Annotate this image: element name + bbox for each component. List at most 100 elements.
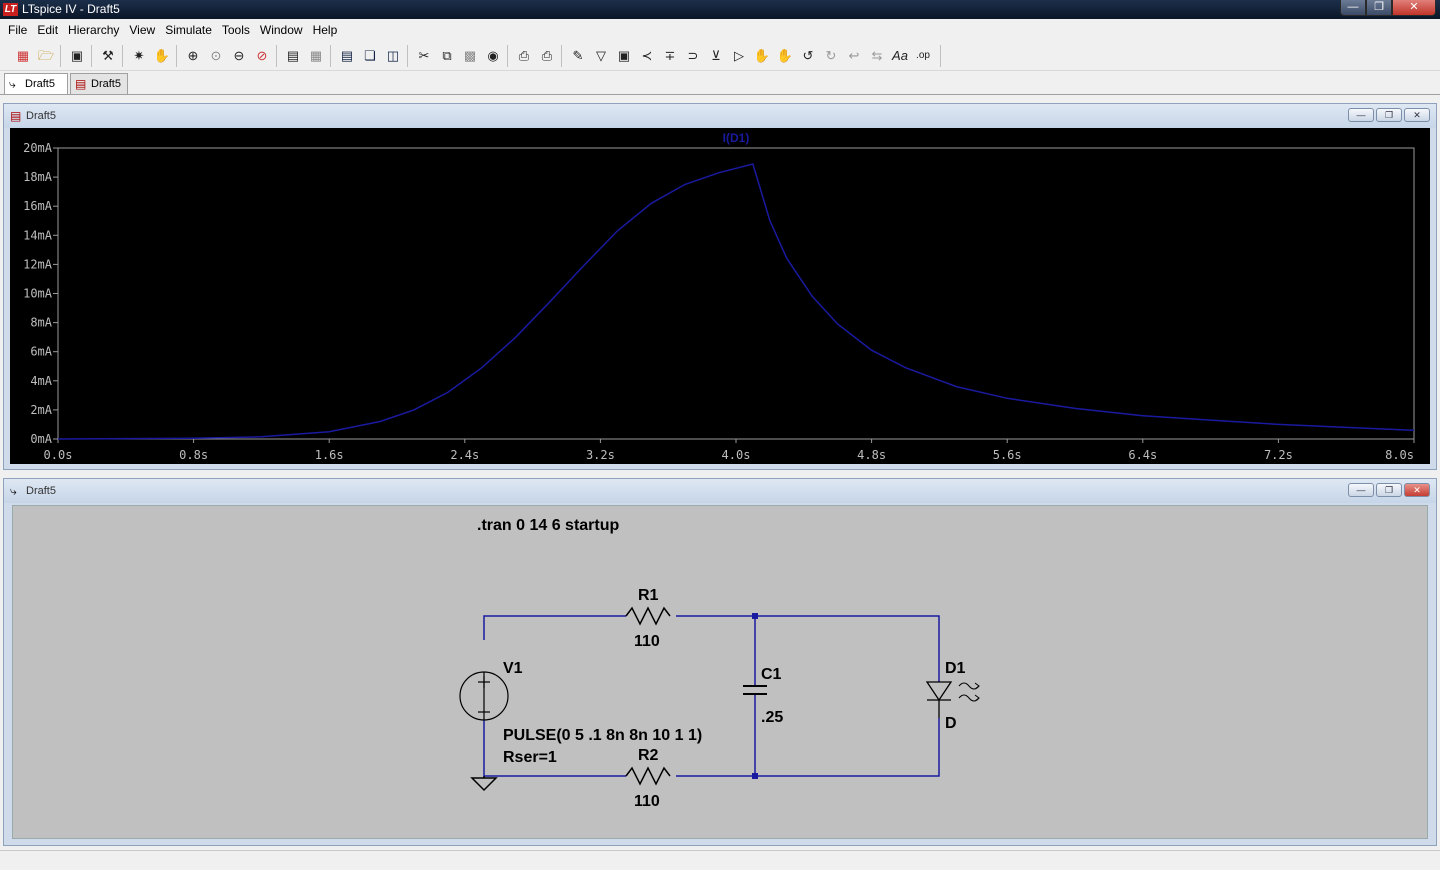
move-icon[interactable]: ✋ [753,47,771,65]
autorange-icon[interactable]: ▤ [284,47,302,65]
menu-hierarchy[interactable]: Hierarchy [64,19,125,41]
rotate-icon[interactable]: ↩ [845,47,863,65]
r2-name-label[interactable]: R2 [638,747,659,764]
draw-wire-icon[interactable]: ✎ [569,47,587,65]
close-button[interactable]: ✕ [1392,0,1436,16]
c1-value-label[interactable]: .25 [761,709,783,726]
menu-simulate[interactable]: Simulate [161,19,218,41]
spice-directive-icon[interactable]: .op [914,47,932,65]
y-tick-label: 20mA [23,141,53,155]
wire-top-right[interactable] [676,615,940,682]
x-tick-label: 3.2s [586,448,615,462]
resistor-r1[interactable] [625,606,671,626]
menu-file[interactable]: File [4,19,33,41]
zoom-out-icon[interactable]: ⊖ [230,47,248,65]
schematic-drawing: .tran 0 14 6 startup R1 110 R2 110 C1 .2… [459,517,980,810]
maximize-button[interactable]: ❐ [1366,0,1392,16]
menu-view[interactable]: View [125,19,161,41]
wire-bottom-right[interactable] [676,718,940,777]
inductor-icon[interactable]: ⊃ [684,47,702,65]
new-schematic-icon[interactable]: ▦ [14,47,32,65]
y-tick-label: 14mA [23,228,53,242]
schematic-window-title: Draft5 [26,485,56,497]
d1-model-label[interactable]: D [945,715,957,732]
plot-area[interactable]: 0mA 2mA 4mA 6mA 8mA 10mA 12mA 14mA 16mA 18mA 20mA 0… [10,128,1430,464]
run-icon[interactable]: ✷ [130,47,148,65]
copy-icon[interactable]: ⧉ [438,47,456,65]
c1-name-label[interactable]: C1 [761,666,782,683]
resistor-icon[interactable]: ≺ [638,47,656,65]
label-net-icon[interactable]: ▣ [615,47,633,65]
plot-frame [57,147,1415,440]
diode-d1[interactable] [925,681,980,718]
toolbar: ▦ 🗁 ▣ ⚒ ✷ ✋ ⊕ ⊙ ⊖ ⊘ ▤ ▦ ▤ ❏ ◫ ✂ ⧉ ▩ ◉ ⎙ … [0,41,1440,71]
cut-icon[interactable]: ✂ [415,47,433,65]
schematic-window: ⤷ Draft5 — ❐ ✕ .tran 0 14 6 startup R1 1… [3,478,1437,846]
waveform-window-header: ▤ Draft5 — ❐ ✕ [4,104,1436,128]
y-tick-label: 8mA [30,316,52,330]
r1-name-label[interactable]: R1 [638,587,659,604]
minimize-button[interactable]: — [1340,0,1366,16]
r2-value-label[interactable]: 110 [634,793,660,810]
text-icon[interactable]: Aa [891,47,909,65]
junction-dot-top [752,613,758,619]
title-bar: LT LTspice IV - Draft5 — ❐ ✕ [0,0,1440,19]
child-close-button[interactable]: ✕ [1404,108,1430,122]
child-maximize-button[interactable]: ❐ [1376,483,1402,497]
x-tick-label: 2.4s [450,448,479,462]
window-title: LTspice IV - Draft5 [22,2,120,16]
voltage-source-v1[interactable] [459,671,509,721]
mirror-icon[interactable]: ⇆ [868,47,886,65]
control-panel-icon[interactable]: ⚒ [99,47,117,65]
paste-icon[interactable]: ▩ [461,47,479,65]
child-close-button[interactable]: ✕ [1404,483,1430,497]
v1-value-label[interactable]: PULSE(0 5 .1 8n 8n 10 1 1) [503,727,702,744]
menu-tools[interactable]: Tools [218,19,256,41]
d1-name-label[interactable]: D1 [945,660,966,677]
tab-schematic[interactable]: ⤷ Draft5 [4,73,68,94]
chart-title: I(D1) [723,131,750,145]
ground-symbol[interactable] [470,776,498,792]
tile-horizontal-icon[interactable]: ▤ [338,47,356,65]
ground-icon[interactable]: ▽ [592,47,610,65]
spice-directive[interactable]: .tran 0 14 6 startup [477,517,620,534]
redo-icon[interactable]: ↻ [822,47,840,65]
capacitor-icon[interactable]: ∓ [661,47,679,65]
child-maximize-button[interactable]: ❐ [1376,108,1402,122]
child-minimize-button[interactable]: — [1348,108,1374,122]
zoom-fit-icon[interactable]: ⊙ [207,47,225,65]
print-setup-icon[interactable]: ⎙ [515,47,533,65]
child-minimize-button[interactable]: — [1348,483,1374,497]
menu-help[interactable]: Help [309,19,344,41]
resistor-r2[interactable] [625,766,671,786]
diode-icon[interactable]: ⊻ [707,47,725,65]
menu-edit[interactable]: Edit [33,19,64,41]
zoom-cancel-icon[interactable]: ⊘ [253,47,271,65]
tab-waveform[interactable]: ▤ Draft5 [70,73,128,94]
cascade-icon[interactable]: ❏ [361,47,379,65]
v1-name-label[interactable]: V1 [503,660,523,677]
ltspice-logo-icon: LT [3,3,18,16]
x-tick-label: 5.6s [993,448,1022,462]
find-icon[interactable]: ◉ [484,47,502,65]
save-icon[interactable]: ▣ [68,47,86,65]
x-tick-label: 4.0s [722,448,751,462]
waveform-window-title: Draft5 [26,110,56,122]
schematic-icon: ⤷ [9,77,16,91]
undo-icon[interactable]: ↺ [799,47,817,65]
tile-vertical-icon[interactable]: ◫ [384,47,402,65]
v1-rser-label[interactable]: Rser=1 [503,749,557,766]
menu-window[interactable]: Window [256,19,309,41]
halt-icon[interactable]: ✋ [153,47,171,65]
grid-icon[interactable]: ▦ [307,47,325,65]
component-icon[interactable]: ▷ [730,47,748,65]
zoom-in-icon[interactable]: ⊕ [184,47,202,65]
capacitor-c1[interactable] [743,685,767,695]
r1-value-label[interactable]: 110 [634,633,660,650]
drag-icon[interactable]: ✋ [776,47,794,65]
schematic-canvas[interactable]: .tran 0 14 6 startup R1 110 R2 110 C1 .2… [12,505,1428,839]
print-icon[interactable]: ⎙ [538,47,556,65]
open-icon[interactable]: 🗁 [37,47,55,65]
waveform-chart: 0mA 2mA 4mA 6mA 8mA 10mA 12mA 14mA 16mA 18mA 20mA 0… [23,131,1415,462]
wire-top-left[interactable] [483,615,626,640]
